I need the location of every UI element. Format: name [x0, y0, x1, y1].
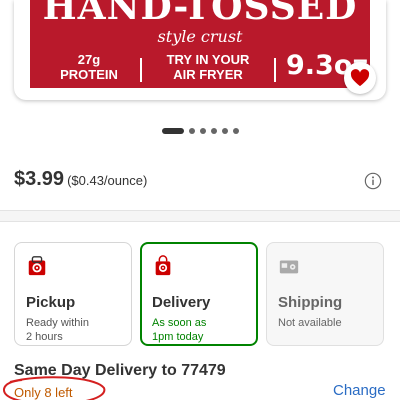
carousel-dot[interactable]: [188, 128, 195, 134]
pickup-title: Pickup: [26, 294, 76, 311]
product-image-card[interactable]: HAND-TOSSED style crust 27g PROTEIN TRY …: [14, 0, 386, 100]
package-protein-claim: 27g PROTEIN: [60, 52, 118, 82]
favorite-button[interactable]: [344, 62, 376, 94]
product-image: HAND-TOSSED style crust 27g PROTEIN TRY …: [30, 0, 370, 88]
carousel-dot-active[interactable]: [161, 128, 184, 134]
carousel-dot[interactable]: [199, 128, 206, 134]
carousel-dot[interactable]: [221, 128, 228, 134]
delivery-bag-icon: [155, 255, 171, 276]
heart-icon: [350, 69, 370, 87]
price-amount: $3.99: [14, 168, 65, 190]
package-airfryer-claim: TRY IN YOUR AIR FRYER: [166, 52, 250, 82]
delivery-title: Delivery: [152, 294, 211, 311]
shipping-title: Shipping: [278, 294, 343, 311]
delivery-option[interactable]: Delivery As soon as 1pm today: [140, 242, 258, 346]
carousel-dot[interactable]: [210, 128, 217, 134]
package-divider: [274, 58, 276, 82]
shipping-box-icon: [279, 260, 299, 274]
package-brand-title: HAND-TOSSED: [42, 0, 358, 28]
shipping-option[interactable]: Shipping Not available: [266, 242, 384, 346]
pickup-option[interactable]: Pickup Ready within 2 hours: [14, 242, 132, 346]
carousel-dot[interactable]: [232, 128, 239, 134]
store-bag-icon: [28, 256, 46, 276]
info-icon[interactable]: [364, 172, 382, 190]
unit-price: ($0.43/ounce): [67, 173, 148, 188]
change-location-link[interactable]: Change: [333, 382, 386, 399]
hand-drawn-circle-annotation: [3, 376, 106, 400]
price-row: $3.99 ($0.43/ounce): [14, 168, 147, 191]
package-divider: [140, 58, 142, 82]
image-carousel-indicator[interactable]: [0, 128, 400, 134]
shipping-availability: Not available: [278, 317, 342, 329]
package-brand-subtitle: style crust: [157, 27, 243, 46]
pickup-availability: Ready within 2 hours: [26, 317, 89, 343]
section-divider: [0, 210, 400, 222]
delivery-availability: As soon as 1pm today: [152, 317, 207, 343]
